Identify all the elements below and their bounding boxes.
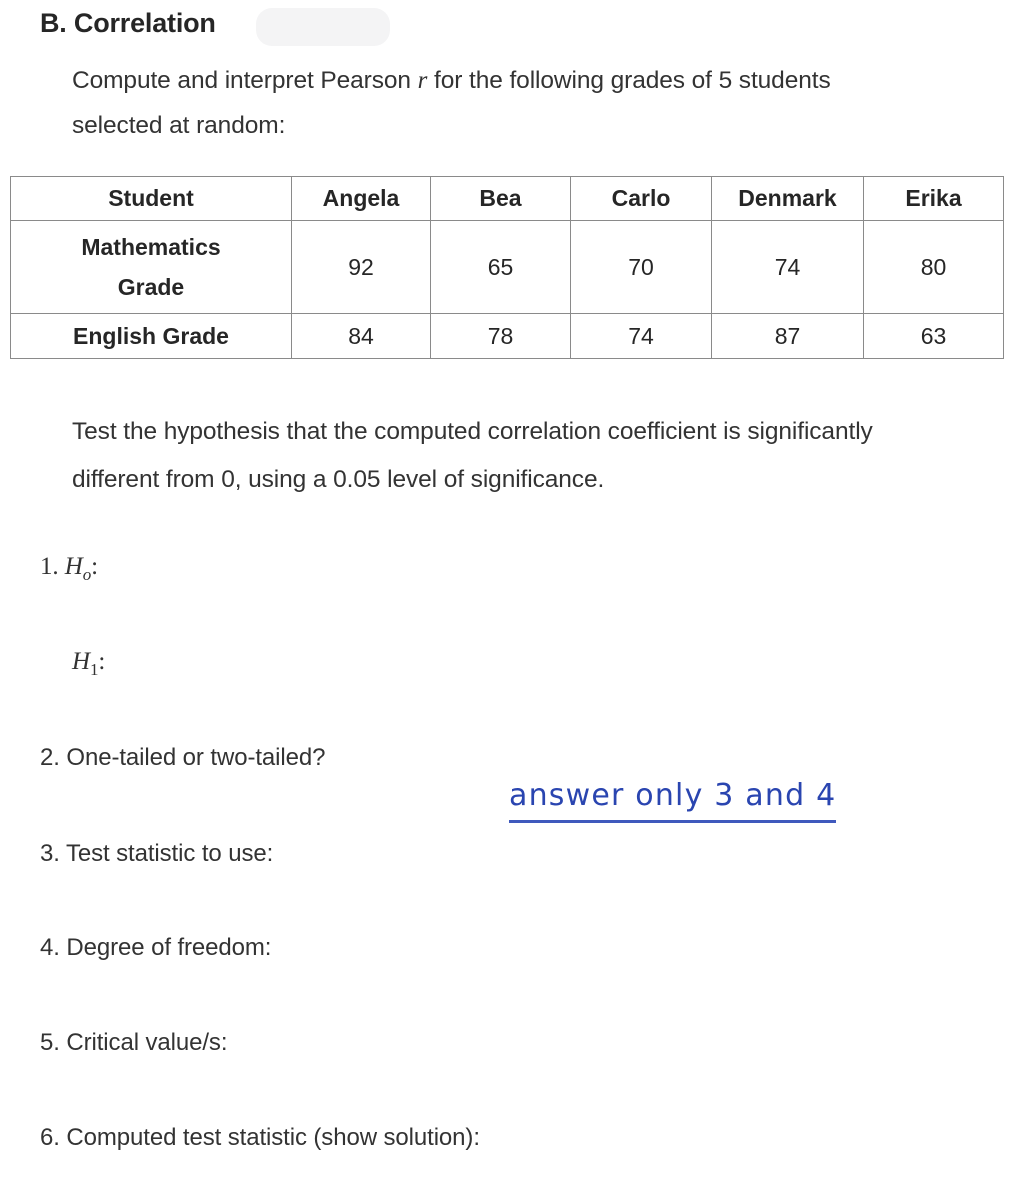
table-cell: 74 [711,220,864,314]
table-cell: 92 [291,220,431,314]
question-1-null-hypothesis: 1. Ho: [40,553,98,585]
table-cell: 63 [863,313,1004,359]
intro-paragraph: Compute and interpret Pearson r for the … [72,58,902,148]
question-4: 4. Degree of freedom: [40,934,272,961]
hypothesis-test-paragraph: Test the hypothesis that the computed co… [72,418,873,493]
table-cell: 65 [430,220,571,314]
null-hypothesis-colon: : [91,553,98,580]
table-cell: 80 [863,220,1004,314]
grades-table: Student Angela Bea Carlo Denmark Erika M… [10,176,1004,359]
table-row: Mathematics Grade 92 65 70 74 80 [10,220,1004,314]
row-label-english: English Grade [10,313,292,359]
table-header-row: Student Angela Bea Carlo Denmark Erika [10,176,1004,221]
table-cell: 74 [570,313,712,359]
table-cell: 70 [570,220,712,314]
row-label-line1: Mathematics [81,234,221,260]
table-header-cell: Carlo [570,176,712,221]
question-3: 3. Test statistic to use: [40,840,274,867]
alt-hypothesis-symbol: H [72,648,90,675]
intro-text-before: Compute and interpret Pearson [72,67,418,94]
null-hypothesis-subscript: o [82,565,92,584]
table-header-cell: Erika [863,176,1004,221]
table-header-cell: Angela [291,176,431,221]
question-5: 5. Critical value/s: [40,1029,228,1056]
handwritten-annotation: answer only 3 and 4 [509,778,837,823]
table-header-cell: Denmark [711,176,864,221]
question-1-alternative-hypothesis: H1: [72,648,105,680]
table-header-cell: Student [10,176,292,221]
null-hypothesis-symbol: H [64,553,83,580]
row-label-line2: Grade [117,274,185,300]
alt-hypothesis-colon: : [98,648,106,675]
table-row: English Grade 84 78 74 87 63 [10,313,1004,359]
section-heading: B. Correlation [40,8,216,38]
table-header-cell: Bea [430,176,571,221]
table-cell: 87 [711,313,864,359]
question-6: 6. Computed test statistic (show solutio… [40,1124,480,1151]
table-cell: 84 [291,313,431,359]
question-2: 2. One-tailed or two-tailed? [40,744,326,771]
pearson-r-variable: r [417,67,428,94]
row-label-mathematics: Mathematics Grade [10,220,292,314]
table-cell: 78 [430,313,571,359]
scan-smudge-artifact [256,8,390,46]
question-1-number: 1. [40,553,59,580]
